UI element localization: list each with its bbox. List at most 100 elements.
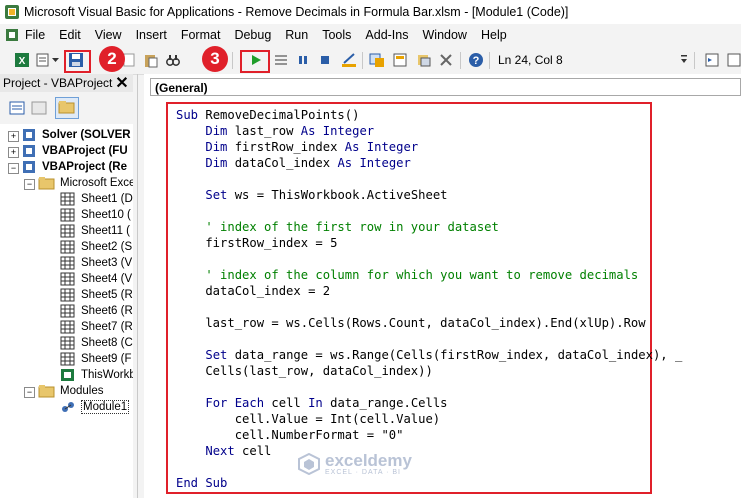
toggle-folders-button[interactable] [55,97,79,119]
object-browser-icon[interactable] [415,51,433,69]
code-editor[interactable]: Sub RemoveDecimalPoints() Dim last_row A… [166,102,682,494]
step-icon[interactable] [272,51,290,69]
tree-item-excel-objects[interactable]: Microsoft Exce [38,175,133,191]
tree-item-sheet[interactable]: Sheet3 (V [60,255,132,271]
tree-item-label: Sheet11 ( [81,225,131,237]
properties-icon[interactable] [391,51,409,69]
reset-icon[interactable] [316,51,334,69]
tree-item-sheet[interactable]: Sheet8 (C [60,335,133,351]
save-highlight [64,50,91,73]
object-dropdown[interactable]: (General) [150,78,741,96]
tree-item-sheet[interactable]: Sheet7 (R [60,319,133,335]
code-line[interactable]: dataCol_index = 2 [176,283,682,299]
pane-splitter[interactable] [137,74,138,498]
menu-view[interactable]: View [88,24,129,46]
outdent-icon[interactable] [725,51,741,69]
tree-item-solver[interactable]: Solver (SOLVER [22,127,131,143]
tree-item-sheet[interactable]: Sheet1 (D [60,191,133,207]
expand-icon[interactable]: + [8,147,19,158]
code-line[interactable]: Dim last_row As Integer [176,123,682,139]
tree-item-label: Microsoft Exce [60,177,133,189]
tree-item-label: Modules [60,385,104,397]
menu-debug[interactable]: Debug [227,24,278,46]
help-icon[interactable]: ? [467,51,485,69]
code-line[interactable]: Dim dataCol_index As Integer [176,155,682,171]
code-line[interactable]: firstRow_index = 5 [176,235,682,251]
tree-item-sheet[interactable]: Sheet5 (R [60,287,133,303]
indent-icon[interactable] [703,51,721,69]
code-line[interactable]: For Each cell In data_range.Cells [176,395,682,411]
code-line[interactable]: cell.Value = Int(cell.Value) [176,411,682,427]
tree-item-sheet[interactable]: Sheet2 (S [60,239,132,255]
code-line[interactable] [176,251,682,267]
code-line[interactable]: Cells(last_row, dataCol_index)) [176,363,682,379]
collapse-icon[interactable]: − [8,163,19,174]
toolbar-overflow-icon[interactable] [679,51,688,69]
tree-item-modules[interactable]: Modules [38,383,103,399]
expand-icon[interactable]: + [8,131,19,142]
code-line[interactable] [176,331,682,347]
vba-project-icon [23,145,35,157]
tree-item-thisworkbook[interactable]: ThisWorkb [60,367,133,383]
menu-help[interactable]: Help [474,24,514,46]
code-line[interactable]: Set data_range = ws.Range(Cells(firstRow… [176,347,682,363]
code-line[interactable]: ' index of the first row in your dataset [176,219,682,235]
menu-format[interactable]: Format [174,24,228,46]
tree-item-sheet[interactable]: Sheet11 ( [60,223,130,239]
code-text[interactable]: Sub RemoveDecimalPoints() Dim last_row A… [176,107,682,491]
code-line[interactable]: Next cell [176,443,682,459]
menu-app-icon[interactable] [6,27,18,43]
tree-item-sheet[interactable]: Sheet4 (V [60,271,132,287]
menu-insert[interactable]: Insert [129,24,174,46]
code-line[interactable]: Dim firstRow_index As Integer [176,139,682,155]
code-line[interactable]: cell.NumberFormat = "0" [176,427,682,443]
view-code-icon[interactable] [9,100,25,116]
break-icon[interactable] [294,51,312,69]
paste-icon[interactable] [142,51,160,69]
code-line[interactable] [176,203,682,219]
design-mode-icon[interactable] [340,51,358,69]
code-keyword: Next [205,444,243,458]
code-line[interactable]: ' index of the column for which you want… [176,267,682,283]
menu-window[interactable]: Window [416,24,474,46]
tree-item-vbaproject-re[interactable]: VBAProject (Re [22,159,127,175]
menu-file[interactable]: File [18,24,52,46]
tree-item-sheet[interactable]: Sheet6 (R [60,303,133,319]
code-token: cell.NumberFormat = "0" [176,428,404,442]
module-icon [62,402,74,412]
toolbar-separator [694,52,695,69]
find-icon[interactable] [164,51,182,69]
code-keyword: As Integer [344,140,419,154]
project-explorer-icon[interactable] [368,51,386,69]
view-object-icon[interactable] [31,100,47,116]
insert-dropdown-icon[interactable] [51,51,60,69]
toolbar-separator [460,52,461,69]
project-explorer: Project - VBAProject ✕ + Solver (SOLVER … [0,74,133,498]
code-line[interactable] [176,379,682,395]
excel-icon[interactable]: X [13,51,31,69]
close-icon[interactable]: ✕ [113,74,131,92]
code-token: RemoveDecimalPoints() [205,108,360,122]
code-line[interactable]: End Sub [176,475,682,491]
menu-tools[interactable]: Tools [315,24,358,46]
code-line[interactable] [176,299,682,315]
collapse-icon[interactable]: − [24,387,35,398]
menu-add-ins[interactable]: Add-Ins [358,24,415,46]
tree-item-module1[interactable]: Module1 [60,399,130,415]
code-line[interactable] [176,459,682,475]
tree-item-label: ThisWorkb [81,369,133,381]
code-line[interactable]: last_row = ws.Cells(Rows.Count, dataCol_… [176,315,682,331]
toolbox-icon[interactable] [437,51,455,69]
tree-item-vbaproject-fu[interactable]: VBAProject (FU [22,143,128,159]
tree-item-sheet[interactable]: Sheet10 ( [60,207,131,223]
code-line[interactable]: Sub RemoveDecimalPoints() [176,107,682,123]
tree-item-label: VBAProject (Re [42,161,127,173]
tree-item-sheet[interactable]: Sheet9 (F [60,351,132,367]
menu-run[interactable]: Run [278,24,315,46]
code-line[interactable]: Set ws = ThisWorkbook.ActiveSheet [176,187,682,203]
code-line[interactable] [176,171,682,187]
collapse-icon[interactable]: − [24,179,35,190]
menu-edit[interactable]: Edit [52,24,88,46]
